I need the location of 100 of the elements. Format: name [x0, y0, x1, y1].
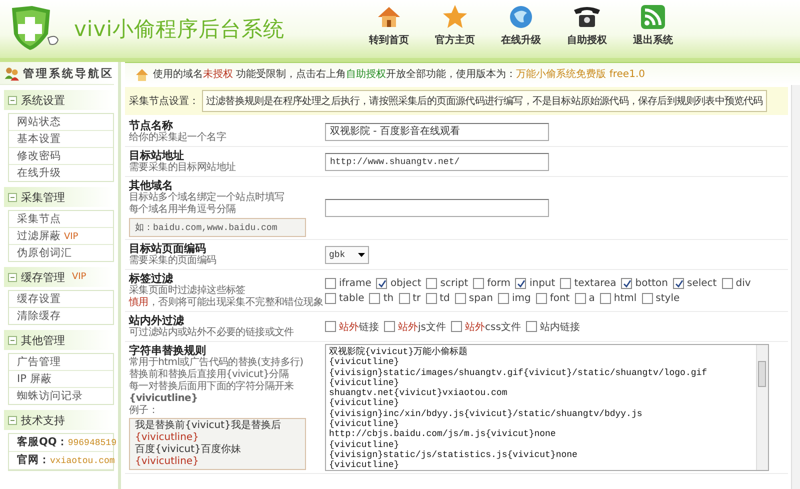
checkbox-label[interactable]: script — [440, 278, 468, 288]
field-hint: 需要采集的目标网站地址 — [129, 162, 237, 174]
phone-icon — [571, 4, 603, 30]
example-line: {vivicutline} — [135, 456, 200, 468]
checkbox[interactable] — [325, 278, 336, 288]
sidebar-link[interactable]: 采集节点 — [17, 213, 61, 225]
checkbox[interactable] — [325, 321, 336, 332]
checkbox[interactable] — [642, 292, 653, 304]
checkbox[interactable] — [426, 278, 438, 288]
checkbox-label[interactable]: style — [656, 292, 680, 304]
input-field[interactable] — [325, 199, 549, 217]
checkbox-label[interactable]: 站内链接 — [540, 320, 580, 334]
notice-text: 使用的域名未授权 功能受限制，点击右上角 自助授权开放全部功能，使用版本为：万能小偷系统免费版 free1.0 — [153, 68, 645, 81]
sidebar-link[interactable]: 过滤屏蔽 — [17, 230, 61, 242]
scrollbar[interactable] — [756, 345, 768, 470]
checkbox-label[interactable]: 站外js文件 — [398, 320, 446, 334]
checkbox[interactable] — [574, 292, 586, 304]
checkbox-label[interactable]: object — [390, 278, 422, 288]
nav-link[interactable]: 转到首页 — [360, 4, 418, 47]
sidebar-link[interactable]: 伪原创词汇 — [17, 247, 72, 259]
section-title[interactable]: 缓存管理 — [21, 270, 65, 284]
checkbox-label[interactable]: td — [440, 292, 450, 304]
star-icon — [442, 4, 468, 30]
select-field[interactable]: gbk — [325, 246, 369, 264]
sidebar-link[interactable]: 网站状态 — [17, 116, 61, 128]
checkbox[interactable] — [398, 292, 410, 304]
checkbox[interactable] — [515, 278, 526, 288]
home-icon — [376, 4, 402, 30]
checkbox[interactable] — [473, 278, 484, 288]
sidebar-link[interactable]: 缓存设置 — [17, 293, 61, 305]
checkbox-label[interactable]: textarea — [574, 278, 616, 288]
checkbox-label[interactable]: tr — [412, 292, 421, 304]
checkbox-label[interactable]: 站外css文件 — [465, 320, 521, 334]
users-icon — [4, 64, 19, 82]
checkbox-label[interactable]: input — [529, 278, 556, 288]
checkbox-label[interactable]: form — [487, 278, 510, 288]
sidebar-link[interactable]: 蜘蛛访问记录 — [17, 390, 83, 402]
checkbox-label[interactable]: span — [468, 292, 493, 304]
checkbox[interactable] — [426, 292, 437, 304]
home-icon — [135, 68, 149, 80]
sidebar-link[interactable]: 清除缓存 — [17, 310, 61, 322]
contact-label: 客服QQ： — [17, 436, 68, 448]
input-field[interactable]: http://www.shuangtv.net/ — [325, 152, 549, 170]
sidebar-link[interactable]: 广告管理 — [17, 356, 61, 368]
checkbox[interactable] — [325, 292, 336, 304]
field-hint: 每个域名用半角逗号分隔 — [129, 204, 237, 216]
nav-link[interactable]: 退出系统 — [624, 4, 682, 47]
setting-label: 采集节点设置： — [129, 94, 199, 108]
example-line: 我是替换前{vivicut}我是替换后 — [135, 420, 282, 432]
field-title: 节点名称 — [129, 119, 174, 132]
checkbox-label[interactable]: font — [550, 292, 570, 304]
checkbox[interactable] — [600, 292, 611, 304]
sidebar-link[interactable]: 在线升级 — [17, 167, 61, 179]
checkbox[interactable] — [384, 321, 395, 332]
nav-link[interactable]: 官方主页 — [426, 4, 484, 47]
checkbox-label[interactable]: img — [512, 292, 531, 304]
checkbox-label[interactable]: iframe — [339, 278, 372, 288]
collapse-icon — [8, 96, 17, 104]
rules-field[interactable]: 双视影院{vivicut}万能小偷标题 {vivicutline} {vivisign}static/images/shuangtv.gif{vivicut}/static/shuangtv/logo.gif {vivicutline} shuangtv.net{vivicut}vxiaotou.com {vivicutline} {vivisign}inc/xin/bdyy.js{vivicut}/static/shuangtv/bdyy.js {vivicutline} http://cbjs.baidu.com/js/m.js{vivicut}none {vivicutline} {vivisign}static/js/statistics.js{vivicut}none {vivicutline} — [325, 344, 769, 471]
nav-link[interactable]: 自助授权 — [558, 4, 616, 47]
field-hint: 慎用，否则将可能出现采集不完整和错位现象 — [129, 297, 324, 309]
checkbox[interactable] — [498, 292, 509, 304]
globe-icon — [508, 4, 534, 30]
feed-icon — [640, 4, 666, 30]
input-field[interactable]: 双视影院 - 百度影音在线观看 — [325, 122, 549, 140]
checkbox[interactable] — [536, 292, 547, 304]
checkbox-label[interactable]: 站外链接 — [339, 320, 379, 334]
collapse-icon — [8, 272, 17, 282]
collapse-icon — [8, 336, 17, 344]
checkbox[interactable] — [376, 278, 388, 288]
checkbox-label[interactable]: div — [736, 278, 751, 288]
checkbox-label[interactable]: select — [687, 278, 717, 288]
checkbox[interactable] — [369, 292, 380, 304]
checkbox[interactable] — [454, 292, 466, 304]
checkbox-label[interactable]: th — [383, 292, 394, 304]
field-title: 其他域名 — [129, 179, 174, 192]
checkbox-label[interactable]: html — [614, 292, 637, 304]
caret-icon — [358, 252, 365, 256]
field-title: 目标站页面编码 — [129, 242, 206, 255]
checkbox[interactable] — [673, 278, 684, 288]
sidebar-link[interactable]: 修改密码 — [17, 150, 61, 162]
checkbox[interactable] — [621, 278, 632, 288]
checkbox[interactable] — [526, 321, 537, 332]
field-hint: 需要采集的页面编码 — [129, 255, 218, 267]
checkbox-label[interactable]: a — [588, 292, 595, 304]
field-hint: 常用于html或广告代码的替换(支持多行) — [129, 357, 304, 368]
field-title: 字符串替换规则 — [129, 344, 206, 357]
check-icon — [377, 278, 386, 288]
contact-value: vxiaotou.com — [50, 456, 115, 466]
checkbox-label[interactable]: table — [339, 292, 364, 304]
scrollbar[interactable] — [791, 85, 800, 489]
sidebar-link[interactable]: IP 屏蔽 — [17, 373, 52, 385]
sidebar-link[interactable]: 基本设置 — [17, 133, 61, 145]
checkbox[interactable] — [451, 321, 462, 332]
checkbox[interactable] — [722, 278, 733, 288]
checkbox[interactable] — [560, 278, 572, 288]
field-hint: 替换前和替换后直接用{vivicut}分隔 — [129, 369, 290, 380]
nav-link[interactable]: 在线升级 — [492, 4, 550, 47]
field-title: 目标站地址 — [129, 149, 185, 162]
checkbox-label[interactable]: botton — [635, 278, 668, 288]
